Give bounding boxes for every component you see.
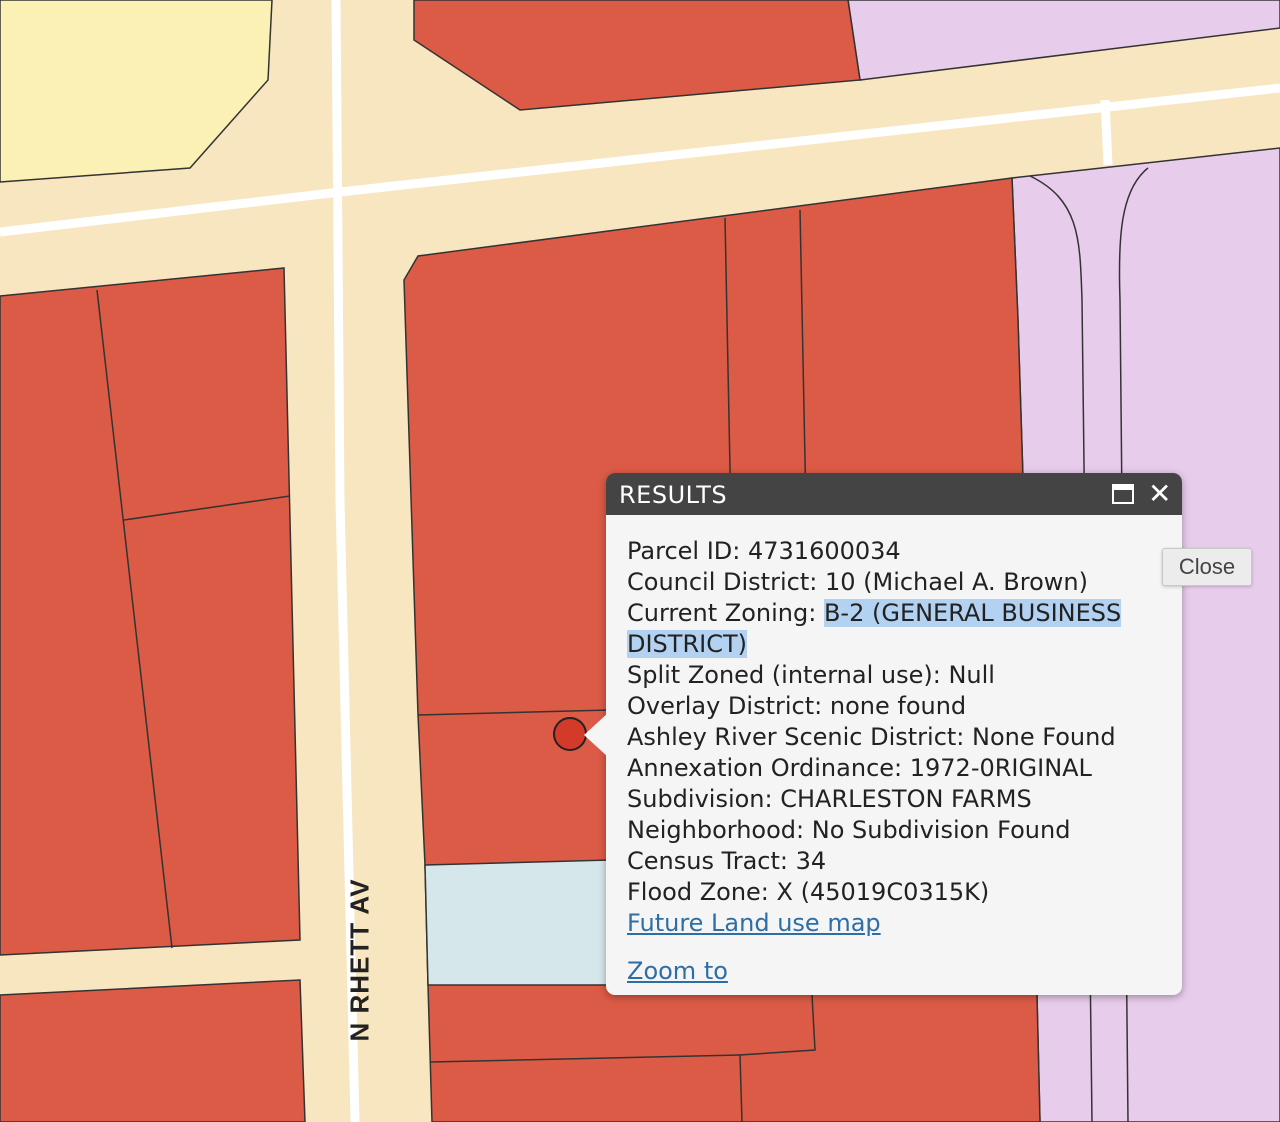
location-marker[interactable] [553, 717, 587, 751]
row-census-tract: Census Tract: 34 [627, 847, 827, 875]
popup-pointer [584, 713, 608, 757]
popup-title: RESULTS [619, 481, 728, 509]
row-overlay-district: Overlay District: none found [627, 692, 967, 720]
maximize-icon[interactable] [1112, 484, 1134, 504]
row-ashley-river: Ashley River Scenic District: None Found [627, 723, 1116, 751]
row-flood-zone: Flood Zone: X (45019C0315K) [627, 878, 990, 906]
close-tooltip: Close [1162, 548, 1252, 586]
parcel-bottom-left[interactable] [0, 979, 306, 1122]
street-label: N RHETT AV [344, 878, 375, 1042]
row-annexation: Annexation Ordinance: 1972-0RIGINAL [627, 754, 1092, 782]
close-icon[interactable]: ✕ [1148, 479, 1171, 509]
conservation-parcel[interactable] [424, 859, 611, 986]
popup-content: Parcel ID: 4731600034 Council District: … [627, 536, 1167, 987]
row-parcel-id: Parcel ID: 4731600034 [627, 537, 901, 565]
row-council-district: Council District: 10 (Michael A. Brown) [627, 568, 1088, 596]
future-land-use-link[interactable]: Future Land use map [627, 909, 881, 937]
zoom-to-link[interactable]: Zoom to [627, 956, 728, 987]
parcel-left-block[interactable] [0, 267, 301, 956]
row-subdivision: Subdivision: CHARLESTON FARMS [627, 785, 1032, 813]
row-split-zoned: Split Zoned (internal use): Null [627, 661, 995, 689]
popup-titlebar: RESULTS ✕ [606, 473, 1182, 515]
row-current-zoning: Current Zoning: B-2 (GENERAL BUSINESS DI… [627, 599, 1122, 658]
row-neighborhood: Neighborhood: No Subdivision Found [627, 816, 1071, 844]
results-popup: RESULTS ✕ Parcel ID: 4731600034 Council … [584, 473, 1182, 995]
